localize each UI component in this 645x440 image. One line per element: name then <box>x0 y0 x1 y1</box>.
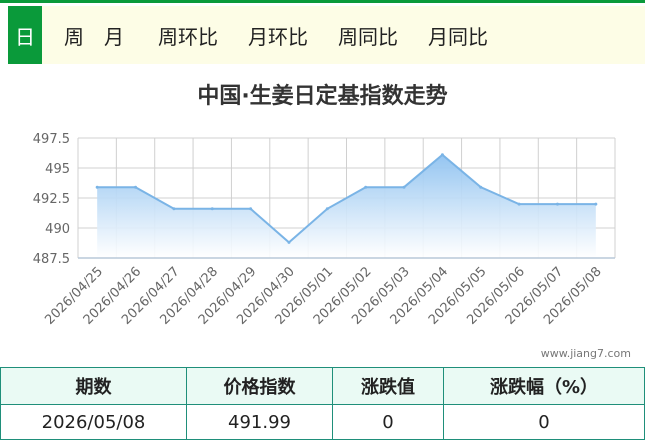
data-point <box>479 185 483 189</box>
tab-month-over-month[interactable]: 月环比 <box>232 6 322 64</box>
cell-period: 2026/05/08 <box>0 404 187 440</box>
y-tick-label: 497.5 <box>33 132 70 147</box>
tab-week-year-over-year[interactable]: 周同比 <box>322 6 412 64</box>
period-tabs: 日 周 月 周环比 月环比 周同比 月同比 <box>8 6 645 64</box>
tab-month[interactable]: 月 <box>90 6 144 64</box>
tab-week-over-week[interactable]: 周环比 <box>144 6 232 64</box>
data-point <box>402 185 406 189</box>
data-point <box>172 207 176 211</box>
tab-day[interactable]: 日 <box>8 6 42 64</box>
index-trend-chart: 487.5490492.5495497.52026/04/252026/04/2… <box>33 132 616 328</box>
table-row: 2026/05/08 491.99 0 0 <box>0 404 645 440</box>
chart-title: 中国·生姜日定基指数走势 <box>197 84 448 109</box>
data-point <box>134 185 138 189</box>
data-point <box>517 202 521 206</box>
y-tick-label: 495 <box>45 162 70 177</box>
data-point <box>594 202 598 206</box>
y-tick-label: 487.5 <box>33 252 70 267</box>
watermark: www.jiang7.com <box>540 347 631 360</box>
header-change-percent: 涨跌幅（%） <box>443 367 645 405</box>
header-period: 期数 <box>0 367 187 405</box>
data-point <box>325 207 329 211</box>
tab-month-year-over-year[interactable]: 月同比 <box>412 6 502 64</box>
table-header-row: 期数 价格指数 涨跌值 涨跌幅（%） <box>0 367 645 405</box>
cell-change-value: 0 <box>332 404 444 440</box>
header-change-value: 涨跌值 <box>332 367 444 405</box>
index-summary-table: 期数 价格指数 涨跌值 涨跌幅（%） 2026/05/08 491.99 0 0 <box>0 367 645 440</box>
data-point <box>555 202 559 206</box>
data-point <box>249 207 253 211</box>
data-point <box>210 207 214 211</box>
data-point <box>364 185 368 189</box>
top-accent-line <box>0 0 645 3</box>
data-point <box>95 185 99 189</box>
y-tick-label: 490 <box>45 222 70 237</box>
data-point <box>287 240 291 244</box>
data-point <box>440 153 444 157</box>
header-price-index: 价格指数 <box>186 367 333 405</box>
cell-change-percent: 0 <box>443 404 645 440</box>
cell-price-index: 491.99 <box>186 404 333 440</box>
y-tick-label: 492.5 <box>33 192 70 207</box>
tab-week[interactable]: 周 <box>52 6 90 64</box>
